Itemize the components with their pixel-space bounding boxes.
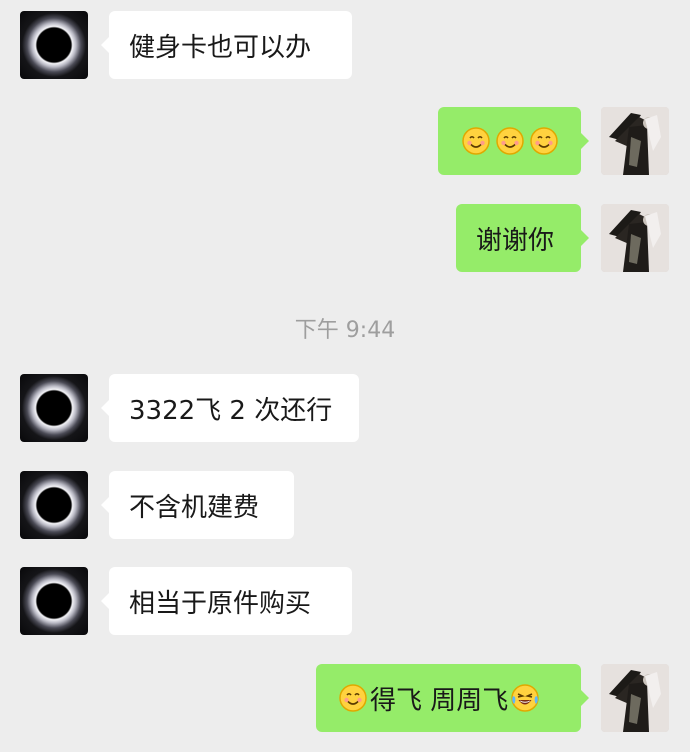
message-bubble-incoming[interactable]: 不含机建费 [101,471,294,539]
message-bubble-outgoing[interactable]: 得飞 周周飞 [316,664,589,732]
message-bubble-outgoing[interactable]: 谢谢你 [456,204,589,272]
smile-emoji-icon [495,126,525,156]
fan-portrait-icon [601,107,669,175]
message-bubble-incoming[interactable]: 3322飞 2 次还行 [101,374,359,442]
message-bubble-outgoing[interactable] [438,107,589,175]
my-avatar[interactable] [601,204,669,272]
message-text: 3322飞 2 次还行 [129,395,333,426]
timestamp: 下午 9:44 [294,318,396,343]
smile-emoji-icon [338,683,368,713]
contact-avatar[interactable] [20,11,88,79]
contact-avatar[interactable] [20,567,88,635]
message-text: 相当于原件购买 [129,588,312,619]
message-bubble-incoming[interactable]: 相当于原件购买 [101,567,352,635]
fan-portrait-icon [601,664,669,732]
message-text: 不含机建费 [129,492,260,523]
message-bubble-incoming[interactable]: 健身卡也可以办 [101,11,352,79]
my-avatar[interactable] [601,107,669,175]
fan-portrait-icon [601,204,669,272]
contact-avatar[interactable] [20,471,88,539]
message-text: 健身卡也可以办 [129,32,312,63]
smile-emoji-icon [461,126,491,156]
message-text: 得飞 周周飞 [370,685,509,716]
contact-avatar[interactable] [20,374,88,442]
message-text: 谢谢你 [476,225,555,256]
smile-emoji-icon [529,126,559,156]
tears-of-joy-emoji-icon [510,683,540,713]
my-avatar[interactable] [601,664,669,732]
